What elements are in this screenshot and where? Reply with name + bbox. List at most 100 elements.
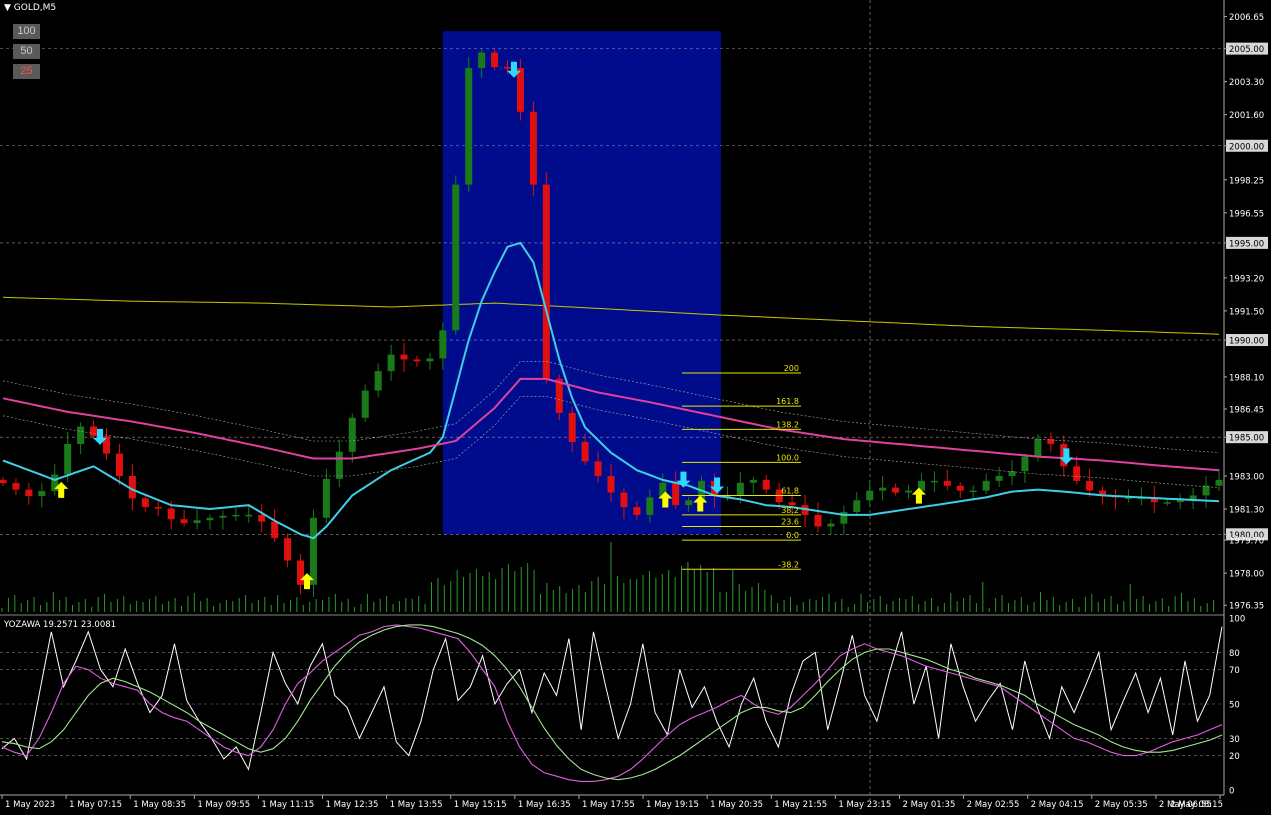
candle-bull [930, 480, 938, 483]
candle-bull [348, 417, 356, 452]
candle-bear [568, 412, 576, 443]
candle-bear [943, 480, 951, 486]
candle-bear [814, 514, 822, 527]
candle-bear [607, 476, 615, 493]
candle-bear [956, 485, 964, 491]
fib-level-label: 23.6 [781, 518, 799, 527]
candle-bear [12, 483, 20, 490]
price-tick-label: 1976.35 [1229, 602, 1264, 612]
candle-bull [322, 478, 330, 518]
candle-bear [258, 514, 266, 522]
candle-bull [452, 184, 460, 331]
candle-bull [646, 497, 654, 515]
candle-bull [309, 517, 317, 585]
candle-bear [167, 508, 175, 520]
candle-bull [853, 500, 861, 512]
time-tick-label: 1 May 08:35 [133, 800, 186, 810]
oscillator-fast-line [1, 626, 1223, 771]
time-tick-label: 1 May 19:15 [646, 800, 699, 810]
time-tick-label: 2 May 08:15 [1170, 800, 1223, 810]
candle-bear [271, 521, 279, 539]
candle-bull [749, 479, 757, 483]
trading-chart-window: 200 161.8 138.2 100.0 61.8 38.2 23.6 0.0 -38.2 2… [0, 0, 1271, 811]
price-tick-label: 1993.20 [1229, 274, 1264, 284]
candle-bull [387, 354, 395, 372]
candle-bull [879, 487, 887, 491]
candle-bear [542, 184, 550, 379]
candle-bear [284, 538, 292, 561]
candle-bull [219, 515, 227, 518]
time-tick-label: 2 May 04:15 [1031, 800, 1084, 810]
price-tick-label: 1990.00 [1229, 337, 1264, 347]
candle-bear [516, 68, 524, 112]
time-tick-label: 1 May 07:15 [69, 800, 122, 810]
price-tick-label: 2006.65 [1229, 13, 1264, 23]
price-tick-label: 1988.10 [1229, 373, 1264, 383]
time-tick-label: 1 May 13:55 [390, 800, 443, 810]
candle-bull [905, 490, 913, 493]
price-tick-label: 1986.45 [1229, 405, 1264, 415]
zoom-100-button[interactable]: 100 [13, 24, 40, 39]
fib-level-label: 138.2 [776, 420, 799, 429]
price-tick-label: 2005.00 [1229, 45, 1264, 55]
candle-bear [400, 354, 408, 360]
candle-bear [672, 482, 680, 506]
candle-bear [297, 560, 305, 585]
symbol-text: GOLD,M5 [13, 3, 57, 13]
fib-level-label: 200 [784, 364, 799, 373]
candle-bull [736, 482, 744, 496]
candle-bull [1189, 495, 1197, 500]
time-tick-label: 1 May 12:35 [326, 800, 379, 810]
candle-bull [995, 476, 1003, 481]
candle-bull [478, 52, 486, 69]
candle-bear [788, 502, 796, 506]
indicator-tick-label: 0 [1229, 787, 1234, 797]
time-tick-label: 1 May 09:55 [197, 800, 250, 810]
oscillator-slow-line [1, 624, 1223, 782]
candle-bear [491, 52, 499, 68]
time-tick-label: 1 May 23:15 [838, 800, 891, 810]
fib-level-label: 100.0 [776, 453, 799, 462]
zoom-25-button[interactable]: 25 [13, 64, 40, 79]
time-tick-label: 2 May 01:35 [902, 800, 955, 810]
candle-bear [0, 479, 7, 484]
candle-bear [180, 519, 188, 524]
candle-bear [1086, 480, 1094, 491]
price-chart[interactable]: 200161.8138.2100.061.838.223.60.0-38.2 2… [0, 0, 1271, 811]
indicator-tick-label: 80 [1229, 649, 1240, 659]
time-tick-label: 1 May 17:55 [582, 800, 635, 810]
price-tick-label: 1978.00 [1229, 570, 1264, 580]
candle-bull [426, 358, 434, 362]
candle-bull [1021, 456, 1029, 472]
price-tick-label: 1996.55 [1229, 209, 1264, 219]
time-tick-label: 2 May 02:55 [967, 800, 1020, 810]
time-tick-label: 1 May 15:15 [454, 800, 507, 810]
candle-bear [1073, 466, 1081, 481]
indicator-tick-label: 20 [1229, 752, 1240, 762]
candle-bull [206, 517, 214, 521]
time-tick-label: 1 May 2023 [5, 800, 55, 810]
fib-level-label: 38.2 [781, 506, 799, 515]
candle-bull [64, 443, 72, 475]
fib-level-label: 61.8 [781, 486, 799, 495]
candle-bull [77, 426, 85, 444]
time-tick-label: 2 May 05:35 [1095, 800, 1148, 810]
candle-bull [361, 390, 369, 418]
price-tick-label: 1995.00 [1229, 239, 1264, 249]
candle-bull [1215, 479, 1223, 486]
candle-bull [465, 68, 473, 185]
price-tick-label: 1981.30 [1229, 506, 1264, 516]
candle-bull [335, 451, 343, 479]
candle-bear [633, 507, 641, 515]
price-tick-label: 1991.50 [1229, 307, 1264, 317]
time-tick-label: 1 May 21:55 [774, 800, 827, 810]
zoom-50-button[interactable]: 50 [13, 44, 40, 59]
symbol-label[interactable]: ▼ GOLD,M5 [4, 3, 56, 13]
indicator-tick-label: 70 [1229, 666, 1240, 676]
candle-bear [555, 378, 563, 413]
candle-bear [529, 111, 537, 185]
candle-bear [413, 359, 421, 362]
time-tick-label: 1 May 16:35 [518, 800, 571, 810]
candle-bear [620, 492, 628, 508]
fib-level-label: -38.2 [778, 560, 799, 569]
